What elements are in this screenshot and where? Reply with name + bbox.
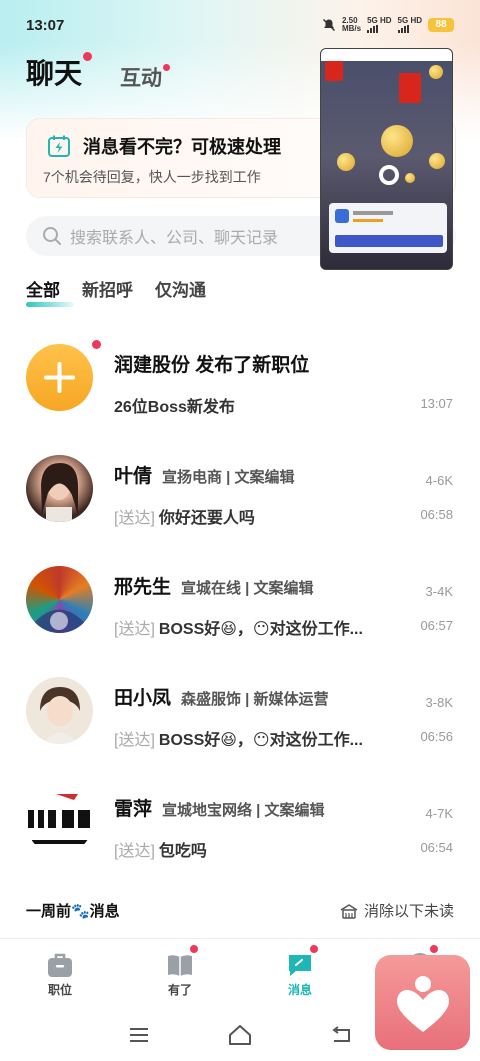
status-icons: 2.50 MB/s 5G HD 5G HD 88: [322, 17, 454, 33]
back-icon[interactable]: [330, 1025, 352, 1044]
avatar: [26, 455, 93, 522]
unread-dot: [190, 945, 198, 953]
red-packet-image: [399, 73, 421, 103]
contact-name: 润建股份 发布了新职位: [114, 355, 310, 376]
nav-youle[interactable]: 有了: [120, 939, 240, 1008]
coin-image: [337, 153, 355, 171]
signal-bars-icon: [367, 25, 379, 33]
delivery-tag: [送达]: [114, 510, 155, 527]
unread-dot: [92, 340, 101, 349]
nav-jobs[interactable]: 职位: [0, 939, 120, 1008]
calendar-lightning-icon: [48, 135, 70, 157]
chat-bubble-icon: [289, 955, 311, 976]
salary-range: 3-8K: [425, 695, 453, 710]
unread-dot: [83, 52, 93, 61]
filter-tabs: 全部 新招呼 仅沟通: [26, 276, 206, 307]
person-photo: [40, 687, 80, 744]
contact-name: 田小凤: [114, 688, 172, 709]
message-time: 06:57: [420, 618, 453, 633]
book-icon: [168, 955, 192, 976]
unread-dot: [163, 64, 171, 71]
heart-person-icon: [396, 975, 449, 1032]
unread-dot: [310, 945, 318, 953]
coin-image: [381, 125, 413, 157]
message-preview: [送达] 包吃吗: [114, 843, 207, 860]
nav-messages[interactable]: 消息: [240, 939, 360, 1008]
menu-icon[interactable]: [128, 1026, 150, 1044]
search-placeholder: 搜索联系人、公司、聊天记录: [70, 230, 279, 247]
message-time: 06:54: [420, 840, 453, 855]
avatar: [26, 566, 93, 633]
list-item[interactable]: 田小凤 森盛服饰 | 新媒体运营 3-8K [送达] BOSS好😆，😶对这份工作.…: [0, 663, 480, 763]
contact-name: 邢先生: [114, 577, 172, 598]
mute-bell-icon: [322, 18, 335, 32]
net-speed: 2.50 MB/s: [341, 16, 362, 33]
list-item[interactable]: 邢先生 宣城在线 | 文案编辑 3-4K [送达] BOSS好😆，😶对这份工作..…: [0, 552, 480, 652]
person-photo: [41, 463, 78, 522]
avatar: [26, 788, 93, 855]
loading-spinner-icon: [379, 165, 399, 185]
company-position: 森盛服饰 | 新媒体运营: [181, 691, 329, 708]
delivery-tag: [送达]: [114, 621, 155, 638]
message-time: 06:56: [420, 729, 453, 744]
red-packet-image: [325, 61, 343, 81]
status-time: 13:07: [26, 16, 65, 34]
salary-range: 4-7K: [425, 806, 453, 821]
contact-name: 雷萍: [114, 799, 153, 820]
message-preview: [送达] 你好还要人吗: [114, 510, 255, 527]
banner-title: 消息看不完？可极速处理: [83, 137, 281, 157]
signal-bars-icon: [397, 25, 409, 33]
tab-interact[interactable]: 互动: [120, 62, 171, 92]
message-preview: [送达] BOSS好😆，😶对这份工作...: [114, 621, 363, 638]
sim1-signal: 5G HD: [367, 17, 392, 33]
sim2-signal: 5G HD: [397, 17, 422, 33]
avatar: [26, 344, 93, 411]
app-icon: [335, 209, 349, 223]
briefcase-icon: [48, 953, 72, 977]
message-time: 13:07: [420, 396, 453, 411]
week-ago-label: 一周前🐾消息: [26, 903, 120, 920]
salary-range: 3-4K: [425, 584, 453, 599]
floating-like-button[interactable]: [375, 955, 470, 1050]
search-icon: [43, 227, 61, 245]
list-item[interactable]: 润建股份 发布了新职位 26位Boss新发布 13:07: [0, 330, 480, 430]
delivery-tag: [送达]: [114, 843, 155, 860]
coin-image: [429, 153, 445, 169]
message-time: 06:58: [420, 507, 453, 522]
list-item[interactable]: 雷萍 宣城地宝网络 | 文案编辑 4-7K [送达] 包吃吗 06:54: [0, 774, 480, 874]
tab-chat[interactable]: 聊天: [26, 52, 93, 92]
company-position: 宣城地宝网络 | 文案编辑: [162, 802, 325, 819]
salary-range: 4-6K: [425, 473, 453, 488]
header-tabs: 聊天 互动: [26, 52, 171, 92]
pattern-image: [26, 609, 93, 633]
delivery-tag: [送达]: [114, 732, 155, 749]
video-ad-button[interactable]: [335, 235, 443, 247]
message-preview: 26位Boss新发布: [114, 399, 235, 416]
status-bar: 13:07 2.50 MB/s 5G HD 5G HD 88: [0, 0, 480, 50]
list-item[interactable]: 叶倩 宣扬电商 | 文案编辑 4-6K [送达] 你好还要人吗 06:58: [0, 441, 480, 541]
message-preview: [送达] BOSS好😆，😶对这份工作...: [114, 732, 363, 749]
week-divider: 一周前🐾消息 消除以下未读: [26, 900, 454, 921]
broom-icon: [340, 903, 358, 919]
company-logo: [26, 794, 93, 844]
filter-all[interactable]: 全部: [26, 276, 74, 307]
clear-unread-button[interactable]: 消除以下未读: [340, 900, 454, 921]
plus-icon: [44, 362, 75, 393]
company-position: 宣城在线 | 文案编辑: [181, 580, 314, 597]
coin-image: [405, 173, 415, 183]
video-topbar: [321, 49, 452, 61]
coin-image: [429, 65, 443, 79]
contact-name: 叶倩: [114, 466, 153, 487]
avatar: [26, 677, 93, 744]
home-icon[interactable]: [227, 1024, 253, 1046]
battery-icon: 88: [428, 18, 454, 32]
filter-new-greeting[interactable]: 新招呼: [82, 276, 133, 301]
floating-video-window[interactable]: [320, 48, 453, 270]
company-position: 宣扬电商 | 文案编辑: [162, 469, 295, 486]
filter-chat-only[interactable]: 仅沟通: [155, 276, 206, 301]
unread-dot: [430, 945, 438, 953]
